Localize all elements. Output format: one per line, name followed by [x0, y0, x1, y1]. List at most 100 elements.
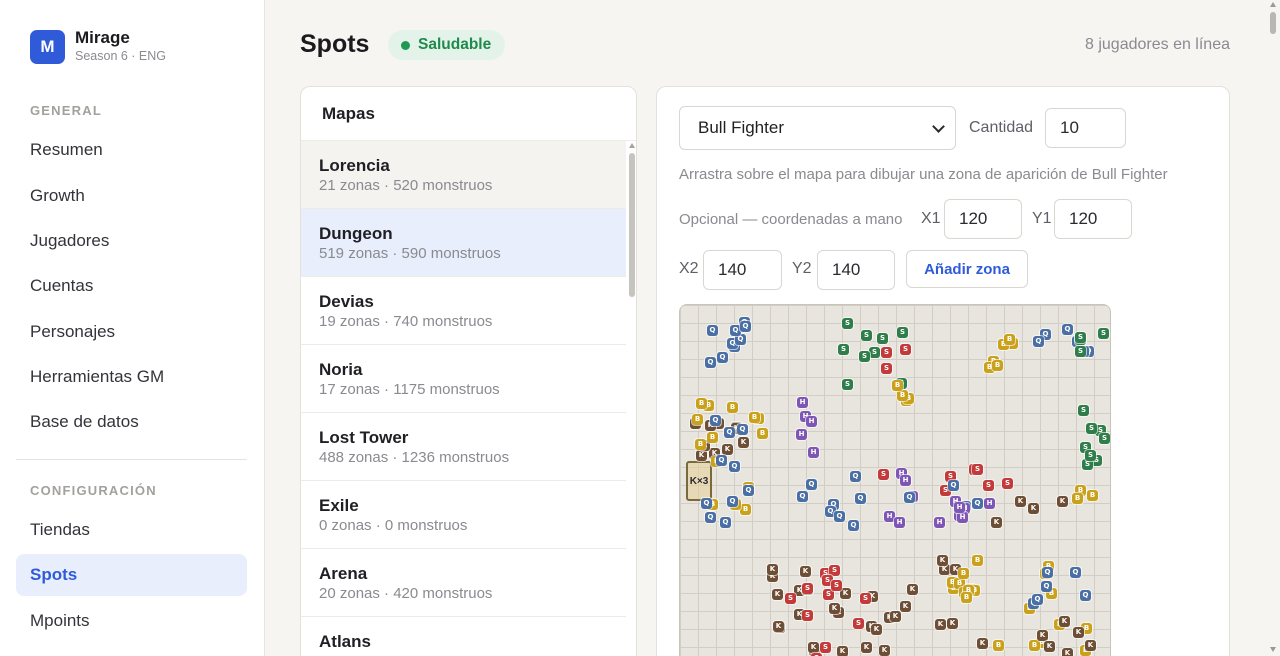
spawn-marker-icon[interactable]: Q	[701, 498, 712, 509]
spawn-marker-icon[interactable]: S	[1086, 423, 1097, 434]
map-item[interactable]: Arena 20 zonas · 420 monstruos	[301, 549, 626, 617]
spawn-marker-icon[interactable]: B	[696, 398, 707, 409]
spawn-marker-icon[interactable]: K	[829, 603, 840, 614]
spawn-marker-icon[interactable]: B	[695, 439, 706, 450]
spawn-marker-icon[interactable]: S	[831, 580, 842, 591]
spawn-marker-icon[interactable]: Q	[1033, 336, 1044, 347]
sidebar-item-resumen[interactable]: Resumen	[16, 129, 247, 171]
spawn-marker-icon[interactable]: Q	[724, 427, 735, 438]
spawn-zone-box[interactable]: K×3	[686, 461, 712, 501]
quantity-input[interactable]: 10	[1045, 108, 1126, 148]
spawn-marker-icon[interactable]: Q	[834, 511, 845, 522]
scroll-up-icon[interactable]	[629, 143, 635, 148]
sidebar-item-growth[interactable]: Growth	[16, 175, 247, 217]
spawn-marker-icon[interactable]: B	[961, 592, 972, 603]
spawn-marker-icon[interactable]: Q	[848, 520, 859, 531]
spawn-marker-icon[interactable]: B	[993, 640, 1004, 651]
spawn-marker-icon[interactable]: Q	[948, 480, 959, 491]
spawn-marker-icon[interactable]: S	[1098, 328, 1109, 339]
page-scroll-up-icon[interactable]	[1270, 2, 1276, 7]
sidebar-item-mpoints[interactable]: Mpoints	[16, 600, 247, 642]
spawn-marker-icon[interactable]: S	[861, 330, 872, 341]
sidebar-item-herramientas-gm[interactable]: Herramientas GM	[16, 356, 247, 398]
spawn-marker-icon[interactable]: B	[1029, 640, 1040, 651]
spawn-marker-icon[interactable]: S	[972, 464, 983, 475]
spawn-marker-icon[interactable]: K	[935, 619, 946, 630]
spawn-marker-icon[interactable]: Q	[850, 471, 861, 482]
spawn-marker-icon[interactable]: K	[1059, 616, 1070, 627]
spawn-marker-icon[interactable]: Q	[740, 321, 751, 332]
spawn-marker-icon[interactable]: B	[727, 402, 738, 413]
spawn-marker-icon[interactable]: Q	[717, 352, 728, 363]
spawn-marker-icon[interactable]: Q	[855, 493, 866, 504]
spawn-marker-icon[interactable]: K	[1062, 648, 1073, 656]
spawn-marker-icon[interactable]: B	[749, 412, 760, 423]
x2-input[interactable]: 140	[703, 250, 782, 290]
spawn-marker-icon[interactable]: B	[1087, 490, 1098, 501]
spawn-marker-icon[interactable]: S	[878, 469, 889, 480]
spawn-marker-icon[interactable]: K	[907, 584, 918, 595]
spawn-marker-icon[interactable]: B	[992, 360, 1003, 371]
spawn-marker-icon[interactable]: H	[984, 498, 995, 509]
spawn-marker-icon[interactable]: H	[894, 517, 905, 528]
spawn-marker-icon[interactable]: S	[1078, 405, 1089, 416]
spawn-marker-icon[interactable]: Q	[737, 424, 748, 435]
spawn-marker-icon[interactable]: K	[840, 588, 851, 599]
spawn-marker-icon[interactable]: K	[900, 601, 911, 612]
spawn-marker-icon[interactable]: S	[869, 347, 880, 358]
spawn-marker-icon[interactable]: H	[957, 512, 968, 523]
spawn-marker-icon[interactable]: S	[897, 327, 908, 338]
spawn-marker-icon[interactable]: S	[881, 363, 892, 374]
spawn-marker-icon[interactable]: S	[853, 618, 864, 629]
sidebar-item-jugadores[interactable]: Jugadores	[16, 220, 247, 262]
brand[interactable]: M Mirage Season 6 · ENG	[30, 29, 166, 64]
spawn-marker-icon[interactable]: K	[1015, 496, 1026, 507]
sidebar-item-tiendas[interactable]: Tiendas	[16, 509, 247, 551]
map-item[interactable]: Exile 0 zonas · 0 monstruos	[301, 481, 626, 549]
spawn-marker-icon[interactable]: S	[1085, 450, 1096, 461]
spawn-marker-icon[interactable]: Q	[904, 492, 915, 503]
map-item[interactable]: Lorencia 21 zonas · 520 monstruos	[301, 141, 626, 209]
spawn-marker-icon[interactable]: S	[983, 480, 994, 491]
spawn-marker-icon[interactable]: H	[806, 416, 817, 427]
spawn-marker-icon[interactable]: Q	[1042, 567, 1053, 578]
spawn-marker-icon[interactable]: S	[820, 642, 831, 653]
spawn-marker-icon[interactable]: Q	[972, 498, 983, 509]
spawn-marker-icon[interactable]: S	[881, 347, 892, 358]
sidebar-item-cuentas[interactable]: Cuentas	[16, 265, 247, 307]
spawn-marker-icon[interactable]: S	[842, 379, 853, 390]
spawn-marker-icon[interactable]: Q	[797, 491, 808, 502]
spawn-marker-icon[interactable]: K	[1028, 503, 1039, 514]
spawn-marker-icon[interactable]: S	[900, 344, 911, 355]
spawn-marker-icon[interactable]: K	[800, 566, 811, 577]
spawn-marker-icon[interactable]: S	[860, 593, 871, 604]
page-scroll-down-icon[interactable]	[1270, 647, 1276, 652]
spawn-marker-icon[interactable]: Q	[727, 496, 738, 507]
spawn-marker-icon[interactable]: B	[740, 504, 751, 515]
spawn-marker-icon[interactable]: K	[1073, 627, 1084, 638]
spawn-marker-icon[interactable]: K	[861, 642, 872, 653]
sidebar-item-personajes[interactable]: Personajes	[16, 311, 247, 353]
spawn-marker-icon[interactable]: B	[1004, 334, 1015, 345]
map-item[interactable]: Lost Tower 488 zonas · 1236 monstruos	[301, 413, 626, 481]
spawn-marker-icon[interactable]: K	[947, 618, 958, 629]
spawn-marker-icon[interactable]: K	[890, 611, 901, 622]
spawn-marker-icon[interactable]: S	[802, 583, 813, 594]
spawn-marker-icon[interactable]: K	[977, 638, 988, 649]
add-zone-button[interactable]: Añadir zona	[906, 250, 1028, 288]
spawn-marker-icon[interactable]: S	[842, 318, 853, 329]
spawn-marker-icon[interactable]: Q	[1041, 581, 1052, 592]
spawn-marker-icon[interactable]: Q	[729, 461, 740, 472]
spawn-marker-icon[interactable]: S	[859, 351, 870, 362]
spawn-marker-icon[interactable]: B	[958, 568, 969, 579]
spawn-marker-icon[interactable]: K	[1085, 640, 1096, 651]
spawn-marker-icon[interactable]: Q	[705, 512, 716, 523]
spawn-marker-icon[interactable]: K	[937, 555, 948, 566]
map-item[interactable]: Noria 17 zonas · 1175 monstruos	[301, 345, 626, 413]
spawn-marker-icon[interactable]: K	[1037, 630, 1048, 641]
spawn-marker-icon[interactable]: S	[877, 333, 888, 344]
spawn-marker-icon[interactable]: K	[722, 444, 733, 455]
y2-input[interactable]: 140	[817, 250, 895, 290]
spawn-marker-icon[interactable]: S	[1099, 433, 1110, 444]
x1-input[interactable]: 120	[944, 199, 1022, 239]
